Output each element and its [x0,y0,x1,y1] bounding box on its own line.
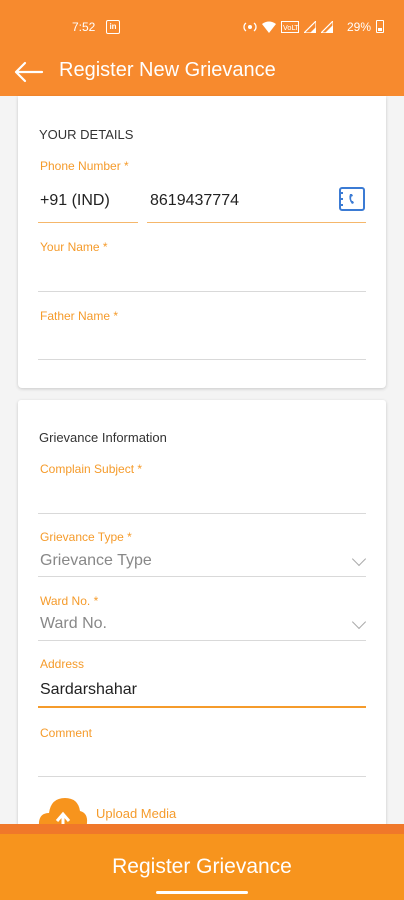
back-button[interactable] [12,58,46,86]
linkedin-icon: in [106,20,120,34]
app-bar: Register New Grievance [0,48,404,96]
contact-picker-button[interactable] [338,186,366,212]
father-name-underline [38,359,366,360]
grievance-type-dropdown[interactable]: Grievance Type [38,547,367,576]
chevron-down-icon [351,551,367,567]
status-time: 7:52 [72,20,96,34]
register-grievance-label: Register Grievance [112,855,292,878]
country-code-field[interactable]: +91 (IND) [38,186,138,222]
signal-icon [302,19,317,34]
your-name-underline [38,291,366,292]
address-label: Address [40,657,85,671]
comment-input[interactable] [38,744,366,776]
phone-number-value: 8619437774 [150,192,239,209]
ward-no-underline [38,640,366,641]
svg-text:VoLTE: VoLTE [283,24,299,32]
address-value: Sardarshahar [40,681,137,698]
grievance-type-underline [38,576,366,577]
country-code-value: +91 (IND) [40,192,110,209]
contact-book-icon [339,187,365,211]
father-name-input[interactable] [38,327,366,359]
status-bar: 7:52 in VoLTE 29% [0,0,404,48]
battery-percent: 29% [347,20,372,34]
signal-icon [319,19,334,34]
address-underline [38,706,366,708]
ward-no-placeholder: Ward No. [40,615,107,632]
phone-number-input[interactable]: 8619437774 [147,186,335,222]
comment-label: Comment [40,726,93,740]
grievance-info-title: Grievance Information [39,430,167,445]
complain-subject-input[interactable] [38,480,366,512]
bottom-bar-strip [0,824,404,834]
your-details-title: YOUR DETAILS [39,127,134,142]
battery-icon [376,20,384,33]
wifi-icon [262,21,276,33]
father-name-label: Father Name * [40,309,119,323]
complain-subject-underline [38,513,366,514]
register-grievance-button[interactable]: Register Grievance [0,824,404,900]
volte-icon: VoLTE [281,21,303,33]
ward-no-label: Ward No. * [40,594,99,608]
back-arrow-icon [14,61,44,83]
phone-number-label: Phone Number * [40,159,129,173]
address-input[interactable]: Sardarshahar [38,675,366,707]
upload-media-label: Upload Media [96,806,177,821]
system-icons: VoLTE [243,19,334,34]
country-code-underline [38,222,138,223]
page-title: Register New Grievance [59,59,276,81]
grievance-type-placeholder: Grievance Type [40,552,152,569]
your-name-input[interactable] [38,258,366,290]
grievance-type-label: Grievance Type * [40,530,132,544]
your-name-label: Your Name * [40,240,108,254]
chevron-down-icon [351,614,367,630]
hotspot-icon [243,21,257,33]
comment-underline [38,776,366,777]
home-indicator [156,891,248,894]
ward-no-dropdown[interactable]: Ward No. [38,611,367,640]
complain-subject-label: Complain Subject * [40,462,143,476]
phone-number-underline [147,222,366,223]
